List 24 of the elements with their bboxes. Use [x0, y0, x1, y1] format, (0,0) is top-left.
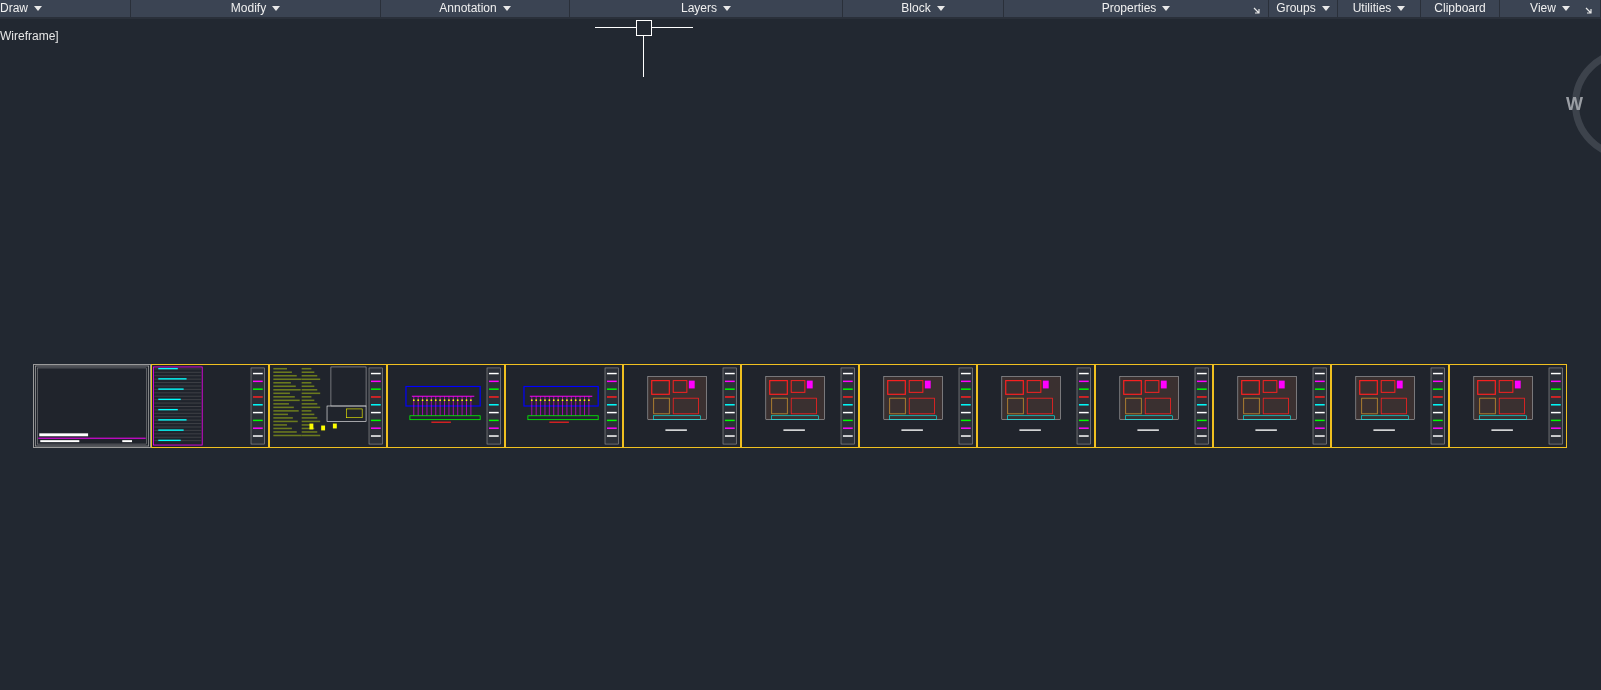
- ribbon-panel-title[interactable]: Properties: [1101, 0, 1171, 18]
- ribbon-panel-title[interactable]: Groups: [1276, 0, 1330, 18]
- dialog-launcher-icon[interactable]: [1253, 7, 1260, 14]
- dropdown-caret-icon: [1397, 6, 1406, 11]
- dropdown-caret-icon: [723, 6, 731, 11]
- crosshair-cursor-icon: [595, 19, 693, 77]
- dialog-launcher-icon[interactable]: [1585, 7, 1592, 14]
- ribbon-panel-title[interactable]: View: [1530, 0, 1570, 18]
- visual-style-label[interactable]: Wireframe]: [0, 27, 59, 45]
- dropdown-caret-icon: [502, 6, 511, 11]
- dropdown-caret-icon: [34, 6, 42, 11]
- dropdown-caret-icon: [272, 6, 281, 11]
- ribbon-panel-title[interactable]: Annotation: [439, 0, 511, 18]
- viewcube-compass-label[interactable]: W: [1566, 91, 1583, 118]
- ribbon-panel-title[interactable]: Draw: [0, 0, 42, 18]
- ribbon-panel-title[interactable]: Modify: [230, 0, 281, 18]
- ribbon-panel-title[interactable]: Layers: [681, 0, 731, 18]
- dropdown-caret-icon: [1561, 6, 1570, 11]
- dropdown-caret-icon: [936, 6, 945, 11]
- ribbon-panel-title[interactable]: Utilities: [1352, 0, 1406, 18]
- dropdown-caret-icon: [1162, 6, 1171, 11]
- ribbon-panel-title[interactable]: Clipboard: [1434, 0, 1486, 18]
- ribbon-panel-title[interactable]: Block: [901, 0, 945, 18]
- dropdown-caret-icon: [1321, 6, 1330, 11]
